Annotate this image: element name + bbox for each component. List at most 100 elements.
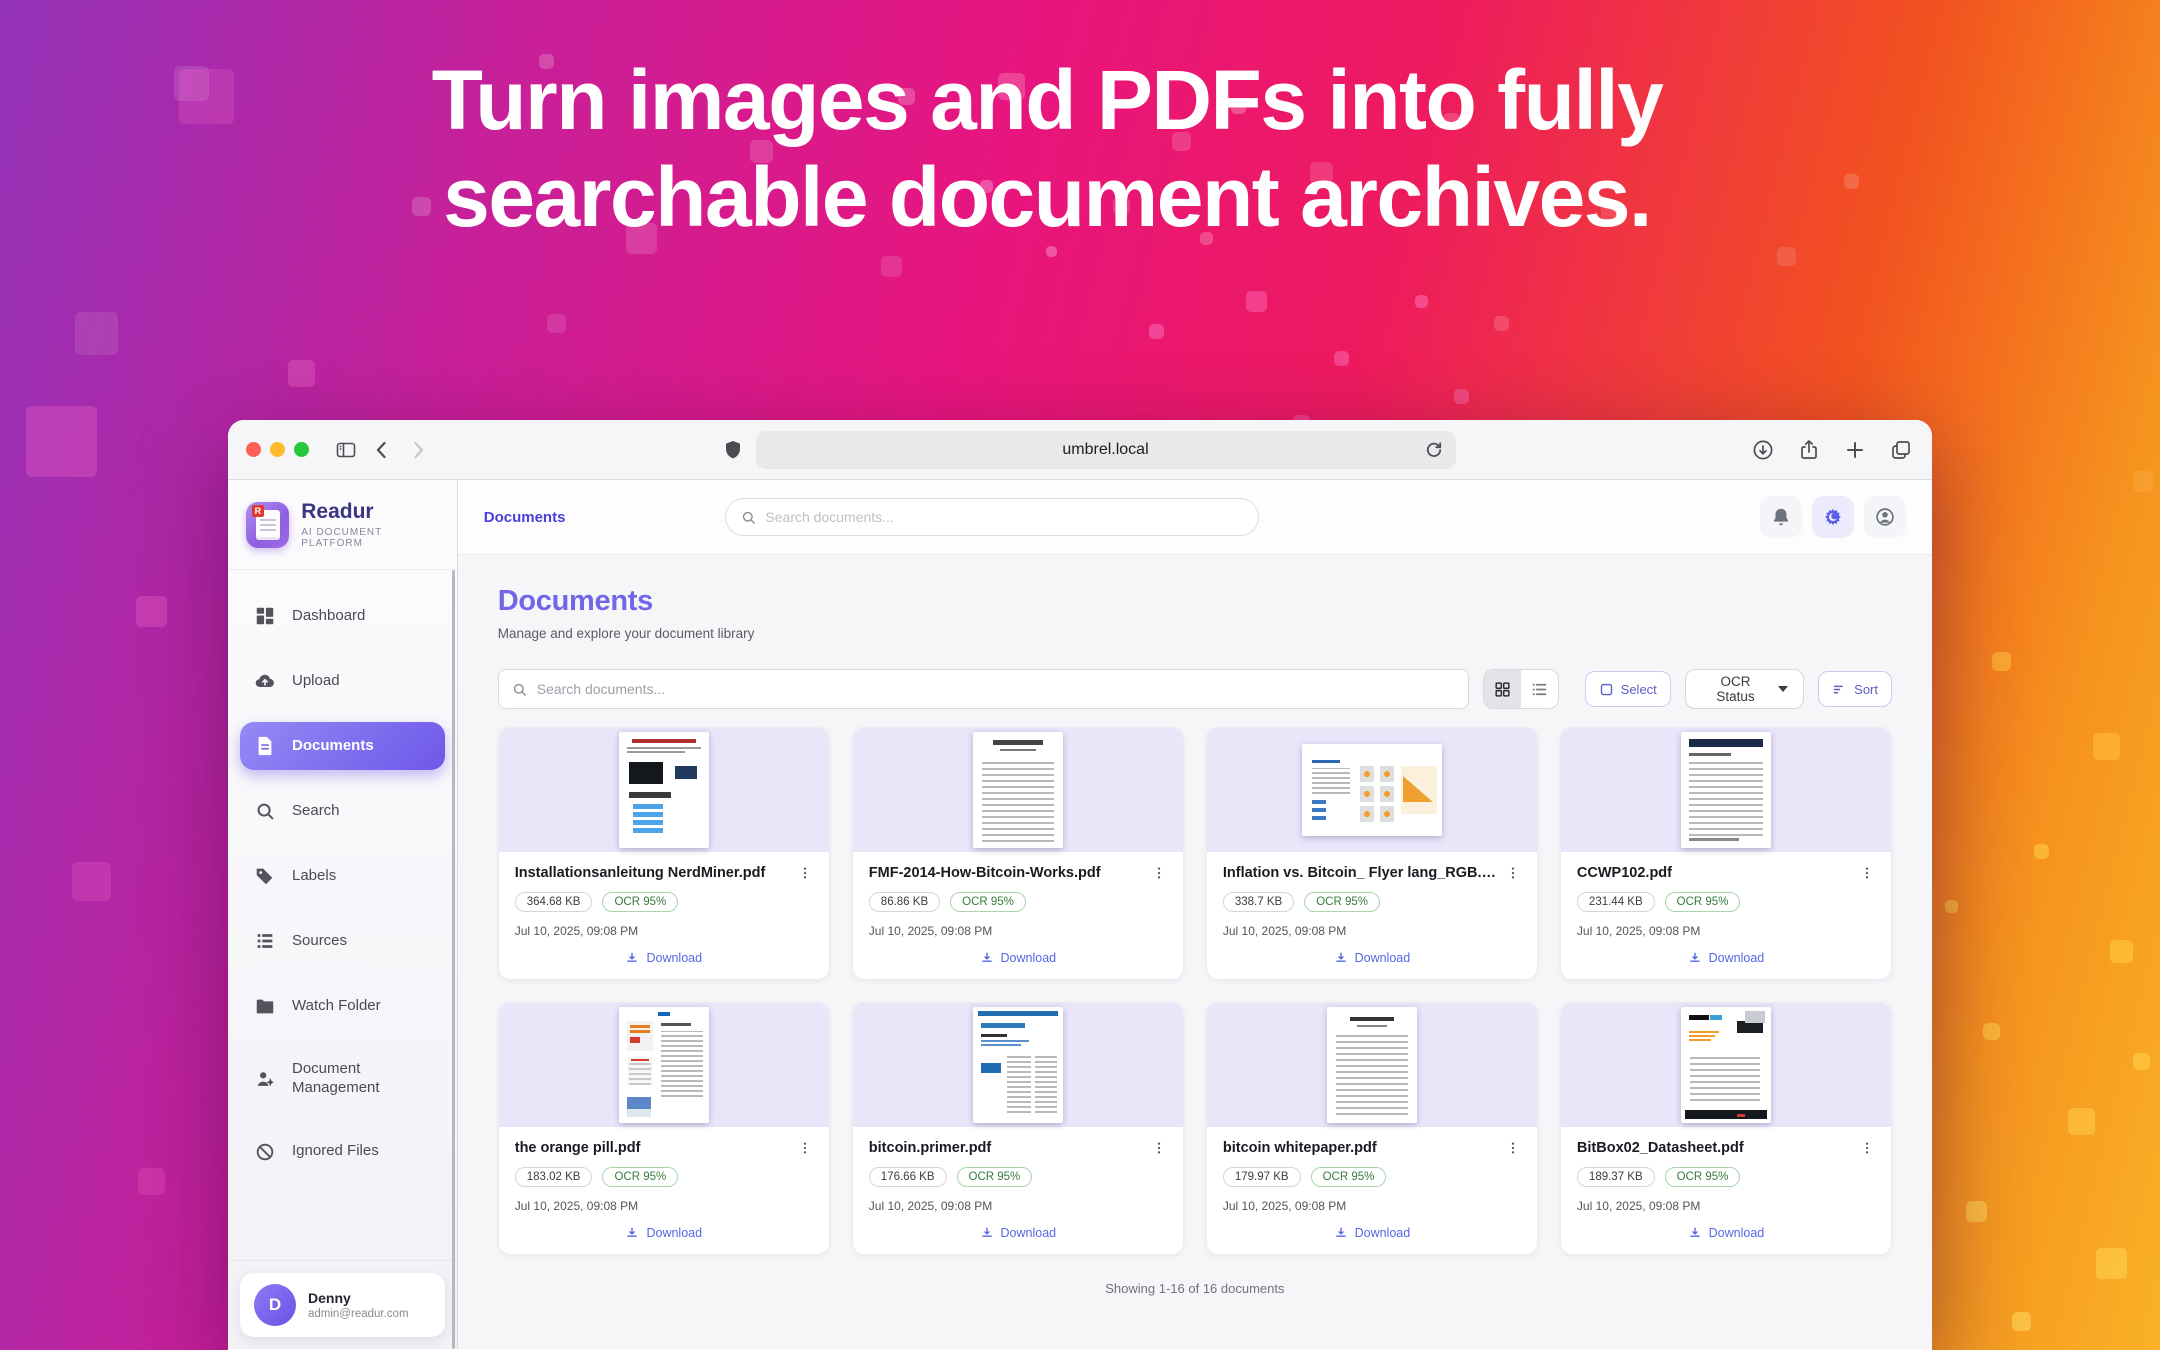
tab-overview-icon[interactable] bbox=[1888, 437, 1914, 463]
sidebar-item-upload[interactable]: Upload bbox=[240, 657, 445, 705]
window-controls bbox=[246, 442, 309, 457]
new-tab-icon[interactable] bbox=[1842, 437, 1868, 463]
document-card[interactable]: FMF-2014-How-Bitcoin-Works.pdf 86.86 KB … bbox=[852, 727, 1184, 980]
close-button[interactable] bbox=[246, 442, 261, 457]
download-icon bbox=[1334, 951, 1348, 965]
document-date: Jul 10, 2025, 09:08 PM bbox=[515, 1199, 813, 1213]
document-card-body: Inflation vs. Bitcoin_ Flyer lang_RGB.pd… bbox=[1207, 852, 1537, 979]
notifications-bell-icon[interactable] bbox=[1760, 496, 1802, 538]
documents-search[interactable] bbox=[498, 669, 1469, 709]
sidebar-item-labels[interactable]: Labels bbox=[240, 852, 445, 900]
document-title: Inflation vs. Bitcoin_ Flyer lang_RGB.pd… bbox=[1223, 865, 1497, 881]
document-thumbnail-area bbox=[853, 1003, 1183, 1127]
ocr-status-badge: OCR 95% bbox=[602, 892, 678, 912]
downloads-icon[interactable] bbox=[1750, 437, 1776, 463]
zoom-button[interactable] bbox=[294, 442, 309, 457]
kebab-menu-icon[interactable] bbox=[1151, 1140, 1167, 1156]
download-link[interactable]: Download bbox=[869, 1226, 1167, 1240]
readur-app: Readur AI DOCUMENT PLATFORM Dashboard Up… bbox=[228, 480, 1932, 1349]
kebab-menu-icon[interactable] bbox=[1859, 1140, 1875, 1156]
account-icon[interactable] bbox=[1864, 496, 1906, 538]
grid-view-icon[interactable] bbox=[1484, 670, 1521, 708]
select-button[interactable]: Select bbox=[1585, 671, 1671, 707]
document-card[interactable]: Inflation vs. Bitcoin_ Flyer lang_RGB.pd… bbox=[1206, 727, 1538, 980]
documents-page: Documents Manage and explore your docume… bbox=[458, 555, 1932, 1349]
document-title: BitBox02_Datasheet.pdf bbox=[1577, 1140, 1851, 1156]
address-area: umbrel.local bbox=[441, 431, 1734, 469]
global-search-input[interactable] bbox=[765, 509, 1244, 525]
list-view-icon[interactable] bbox=[1521, 670, 1558, 708]
global-search[interactable] bbox=[725, 498, 1259, 536]
kebab-menu-icon[interactable] bbox=[797, 865, 813, 881]
document-card[interactable]: CCWP102.pdf 231.44 KB OCR 95% Jul 10, 20… bbox=[1560, 727, 1892, 980]
kebab-menu-icon[interactable] bbox=[1505, 865, 1521, 881]
document-card[interactable]: the orange pill.pdf 183.02 KB OCR 95% Ju… bbox=[498, 1002, 830, 1255]
document-card-body: CCWP102.pdf 231.44 KB OCR 95% Jul 10, 20… bbox=[1561, 852, 1891, 979]
document-card-body: Installationsanleitung NerdMiner.pdf 364… bbox=[499, 852, 829, 979]
document-card[interactable]: BitBox02_Datasheet.pdf 189.37 KB OCR 95%… bbox=[1560, 1002, 1892, 1255]
document-card[interactable]: bitcoin whitepaper.pdf 179.97 KB OCR 95%… bbox=[1206, 1002, 1538, 1255]
user-name: Denny bbox=[308, 1290, 409, 1306]
documents-search-input[interactable] bbox=[537, 681, 1456, 697]
minimize-button[interactable] bbox=[270, 442, 285, 457]
sidebar-item-ignored-files[interactable]: Ignored Files bbox=[240, 1128, 445, 1176]
download-label: Download bbox=[1355, 1226, 1411, 1240]
kebab-menu-icon[interactable] bbox=[797, 1140, 813, 1156]
headline-line-1: Turn images and PDFs into fully bbox=[432, 53, 1663, 147]
search-icon bbox=[511, 681, 528, 698]
breadcrumb[interactable]: Documents bbox=[484, 509, 566, 526]
dashboard-icon bbox=[254, 605, 276, 627]
ocr-status-badge: OCR 95% bbox=[1665, 892, 1741, 912]
download-label: Download bbox=[1001, 951, 1057, 965]
download-link[interactable]: Download bbox=[1223, 1226, 1521, 1240]
download-link[interactable]: Download bbox=[869, 951, 1167, 965]
refresh-icon[interactable] bbox=[1422, 438, 1446, 462]
brand-name: Readur bbox=[301, 500, 439, 524]
document-thumbnail bbox=[973, 732, 1063, 848]
sidebar-item-label: Search bbox=[292, 802, 340, 821]
address-bar[interactable]: umbrel.local bbox=[756, 431, 1456, 469]
download-link[interactable]: Download bbox=[515, 951, 813, 965]
document-card-body: bitcoin.primer.pdf 176.66 KB OCR 95% Jul… bbox=[853, 1127, 1183, 1254]
download-link[interactable]: Download bbox=[1223, 951, 1521, 965]
sidebar-scrollbar[interactable] bbox=[452, 570, 455, 1349]
sidebar-item-document-management[interactable]: Document Management bbox=[240, 1047, 445, 1111]
shield-icon[interactable] bbox=[720, 437, 746, 463]
document-title: Installationsanleitung NerdMiner.pdf bbox=[515, 865, 789, 881]
sidebar-item-sources[interactable]: Sources bbox=[240, 917, 445, 965]
theme-toggle-icon[interactable] bbox=[1812, 496, 1854, 538]
kebab-menu-icon[interactable] bbox=[1859, 865, 1875, 881]
document-card[interactable]: bitcoin.primer.pdf 176.66 KB OCR 95% Jul… bbox=[852, 1002, 1184, 1255]
download-label: Download bbox=[1709, 1226, 1765, 1240]
sidebar-toggle-icon[interactable] bbox=[333, 437, 359, 463]
document-card-body: FMF-2014-How-Bitcoin-Works.pdf 86.86 KB … bbox=[853, 852, 1183, 979]
forward-icon[interactable] bbox=[405, 437, 431, 463]
back-icon[interactable] bbox=[369, 437, 395, 463]
download-link[interactable]: Download bbox=[515, 1226, 813, 1240]
user-card[interactable]: D Denny admin@readur.com bbox=[240, 1273, 445, 1337]
topbar-actions bbox=[1760, 496, 1906, 538]
document-title: FMF-2014-How-Bitcoin-Works.pdf bbox=[869, 865, 1143, 881]
kebab-menu-icon[interactable] bbox=[1505, 1140, 1521, 1156]
sidebar-item-dashboard[interactable]: Dashboard bbox=[240, 592, 445, 640]
download-link[interactable]: Download bbox=[1577, 1226, 1875, 1240]
sort-button[interactable]: Sort bbox=[1818, 671, 1892, 707]
share-icon[interactable] bbox=[1796, 437, 1822, 463]
file-size-badge: 231.44 KB bbox=[1577, 892, 1655, 912]
sidebar-item-search[interactable]: Search bbox=[240, 787, 445, 835]
document-thumbnail bbox=[619, 1007, 709, 1123]
sidebar-item-watch-folder[interactable]: Watch Folder bbox=[240, 982, 445, 1030]
ocr-status-badge: OCR 95% bbox=[950, 892, 1026, 912]
document-thumbnail-area bbox=[853, 728, 1183, 852]
ocr-status-badge: OCR 95% bbox=[1311, 1167, 1387, 1187]
document-card-body: the orange pill.pdf 183.02 KB OCR 95% Ju… bbox=[499, 1127, 829, 1254]
sidebar-item-documents[interactable]: Documents bbox=[240, 722, 445, 770]
ocr-status-badge: OCR 95% bbox=[1304, 892, 1380, 912]
download-link[interactable]: Download bbox=[1577, 951, 1875, 965]
document-title: the orange pill.pdf bbox=[515, 1140, 789, 1156]
kebab-menu-icon[interactable] bbox=[1151, 865, 1167, 881]
ocr-status-dropdown[interactable]: OCR Status bbox=[1685, 669, 1804, 709]
sidebar-item-label: Ignored Files bbox=[292, 1142, 379, 1161]
document-card[interactable]: Installationsanleitung NerdMiner.pdf 364… bbox=[498, 727, 830, 980]
download-label: Download bbox=[646, 951, 702, 965]
